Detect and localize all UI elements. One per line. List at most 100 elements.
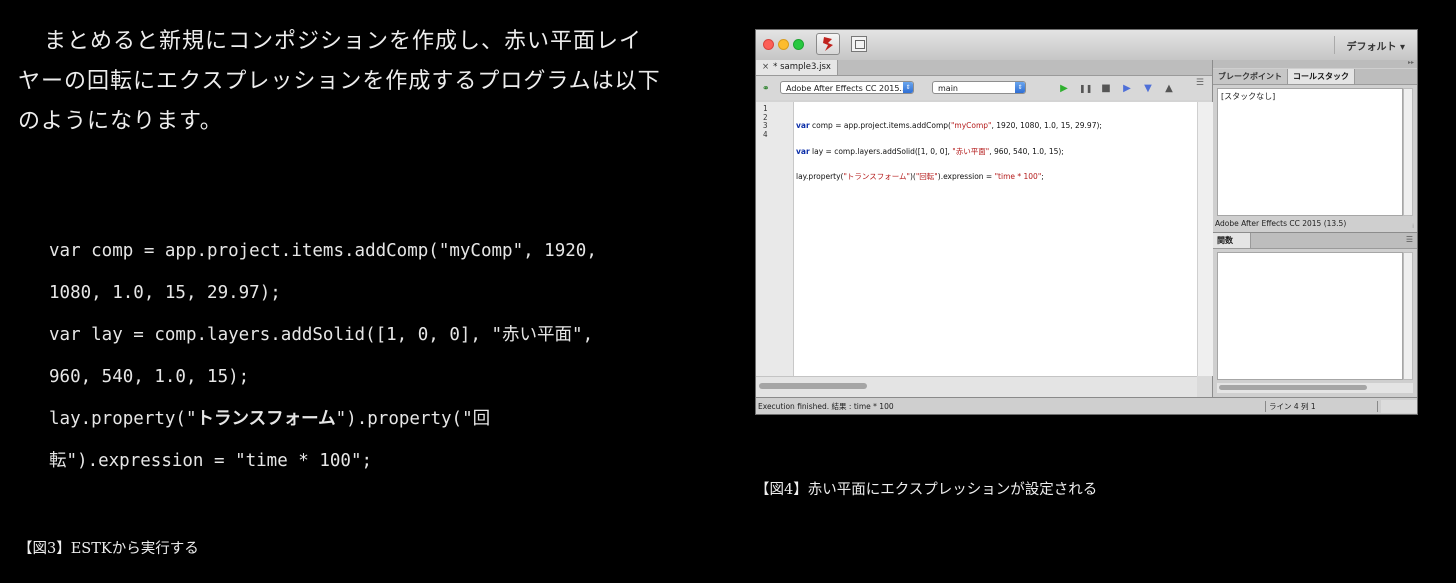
minimize-window-button[interactable] [778, 39, 789, 50]
code-line-3-prefix: var lay = comp.layers.addSolid([1, 0, 0]… [49, 325, 503, 345]
code-line-6-suffix: ").expression = "time * 100"; [66, 451, 373, 471]
estk-logo-icon [823, 37, 833, 51]
document-tab-label: * sample3.jsx [773, 62, 831, 72]
window-layout-icon[interactable] [851, 36, 867, 52]
scrollbar-thumb[interactable] [759, 383, 867, 389]
target-application-select[interactable]: Adobe After Effects CC 2015... ⇕ [780, 81, 914, 94]
tab-callstack[interactable]: コールスタック [1288, 69, 1355, 84]
code-text: comp = app.project.items.addComp( [809, 121, 951, 130]
code-text: , 960, 540, 1.0, 15); [989, 146, 1064, 156]
code-line-1: var comp = app.project.items.addComp("my… [49, 241, 597, 261]
code-text: lay.property( [796, 172, 844, 181]
status-message: Execution finished. 結果 : time * 100 [758, 402, 894, 411]
workspace-menu[interactable]: デフォルト ▾ [1346, 38, 1405, 53]
panel-menu-icon[interactable]: ☰ [1406, 236, 1413, 244]
figure-3-caption: 【図3】ESTKから実行する [18, 541, 199, 557]
code-line-5-jp: トランスフォーム [196, 409, 336, 429]
editor-code-line: lay.property("トランスフォーム")("回転").expressio… [796, 172, 1102, 182]
code-line-3: var lay = comp.layers.addSolid([1, 0, 0]… [49, 314, 689, 356]
code-keyword: var [796, 146, 810, 156]
scrollbar-thumb[interactable] [1219, 385, 1367, 390]
editor-code-line: var lay = comp.layers.addSolid([1, 0, 0]… [796, 146, 1102, 157]
intro-line-2: ヤーの回転にエクスプレッションを作成するプログラムは以下 [18, 69, 661, 94]
estk-app-icon[interactable] [816, 33, 840, 55]
code-sample: var comp = app.project.items.addComp("my… [49, 230, 689, 482]
editor-code-lines: var comp = app.project.items.addComp("my… [796, 102, 1102, 199]
step-out-icon[interactable]: ▲ [1163, 83, 1175, 95]
cursor-position: ライン 4 列 1 [1269, 402, 1316, 411]
editor-horizontal-scrollbar[interactable] [756, 376, 1197, 398]
editor-vertical-scrollbar[interactable] [1197, 102, 1213, 376]
select-arrows-icon: ⇕ [903, 82, 913, 93]
pause-icon[interactable]: ❚❚ [1079, 83, 1092, 95]
code-line-3-jp: 赤い平面 [502, 325, 573, 345]
code-line-2: 1080, 1.0, 15, 29.97); [49, 283, 281, 303]
code-keyword: var [796, 121, 810, 130]
code-line-5: lay.property("トランスフォーム").property("回 [49, 398, 689, 440]
editor-toolbar: ⚭ Adobe After Effects CC 2015... ⇕ main … [756, 76, 1212, 100]
line-number: 4 [763, 129, 768, 139]
zoom-window-button[interactable] [793, 39, 804, 50]
engine-select[interactable]: main ⇕ [932, 81, 1026, 94]
code-line-5-mid: ").property(" [335, 409, 473, 429]
code-line-6: 転").expression = "time * 100"; [49, 440, 689, 482]
code-line-6-jp: 転 [49, 451, 67, 471]
titlebar-divider [1334, 36, 1335, 54]
status-bar: Execution finished. 結果 : time * 100 ライン … [756, 397, 1417, 414]
code-editor[interactable]: 1 2 3 4 var comp = app.project.items.add… [756, 102, 1197, 376]
window-titlebar: デフォルト ▾ [756, 30, 1417, 61]
status-divider [1377, 401, 1378, 412]
code-line-5-jp2: 回 [472, 409, 491, 429]
code-string: "赤い平面" [952, 146, 990, 156]
code-line-3-suffix: ", [572, 325, 594, 345]
status-divider [1265, 401, 1266, 412]
callstack-empty-label: [スタックなし] [1221, 92, 1276, 101]
code-text: lay = comp.layers.addSolid([1, 0, 0], [809, 146, 953, 156]
editor-code-line: var comp = app.project.items.addComp("my… [796, 121, 1102, 131]
target-application-value: Adobe After Effects CC 2015... [786, 84, 908, 93]
article-intro: まとめると新規にコンポジションを作成し、赤い平面レイ ヤーの回転にエクスプレッシ… [18, 22, 698, 142]
tab-functions[interactable]: 関数 [1213, 233, 1251, 248]
code-string: "time * 100" [994, 172, 1042, 181]
code-string: "myComp" [950, 121, 992, 130]
callstack-list[interactable]: [スタックなし] [1217, 88, 1403, 216]
engine-value: main [938, 84, 958, 93]
functions-vertical-scrollbar[interactable] [1403, 252, 1413, 380]
editor-panel: × * sample3.jsx ⚭ Adobe After Effects CC … [756, 60, 1213, 398]
functions-horizontal-scrollbar[interactable] [1217, 383, 1413, 393]
code-text: ; [1041, 172, 1044, 181]
tab-breakpoints[interactable]: ブレークポイント [1213, 69, 1288, 84]
debug-tabbar: ブレークポイント コールスタック [1213, 69, 1417, 85]
panel-collapse-strip: ▸▸ [1213, 59, 1417, 68]
callstack-scrollbar[interactable] [1403, 88, 1413, 216]
select-arrows-icon: ⇕ [1015, 82, 1025, 93]
functions-list[interactable] [1217, 252, 1403, 380]
functions-tabbar: 関数 ☰ [1213, 233, 1417, 249]
code-text: , 1920, 1080, 1.0, 15, 29.97); [991, 121, 1102, 130]
collapse-arrows-icon[interactable]: ▸▸ [1408, 59, 1414, 66]
status-end-field [1381, 400, 1417, 413]
intro-line-1: まとめると新規にコンポジションを作成し、赤い平面レイ [44, 29, 643, 54]
run-icon[interactable]: ▶ [1058, 83, 1070, 95]
line-number-gutter: 1 2 3 4 [756, 102, 794, 376]
intro-line-3: のようになります。 [18, 109, 223, 134]
code-line-4: 960, 540, 1.0, 15); [49, 367, 250, 387]
estk-window: デフォルト ▾ × * sample3.jsx ⚭ Adobe After Eff… [755, 29, 1418, 415]
document-tab-sample3[interactable]: × * sample3.jsx [756, 60, 838, 75]
step-over-icon[interactable]: ▼ [1142, 83, 1154, 95]
stop-icon[interactable]: ■ [1100, 83, 1112, 95]
resize-grip-icon[interactable]: ⁞ [1412, 223, 1414, 230]
close-tab-icon[interactable]: × [762, 62, 769, 72]
link-icon[interactable]: ⚭ [762, 84, 770, 94]
code-line-5-prefix: lay.property(" [49, 409, 197, 429]
step-into-icon[interactable]: ▶ [1121, 83, 1133, 95]
code-string: "回転" [915, 172, 938, 181]
code-string: "トランスフォーム" [843, 172, 910, 181]
close-window-button[interactable] [763, 39, 774, 50]
right-panels: ▸▸ ブレークポイント コールスタック [スタックなし] Adobe After… [1213, 59, 1417, 397]
figure-4-caption: 【図4】赤い平面にエクスプレッションが設定される [755, 482, 1098, 498]
code-text: ).expression = [937, 172, 995, 181]
panel-menu-icon[interactable]: ☰ [1196, 79, 1204, 88]
scrollbar-corner [1197, 376, 1212, 397]
engine-status-label: Adobe After Effects CC 2015 (13.5) [1215, 219, 1347, 228]
